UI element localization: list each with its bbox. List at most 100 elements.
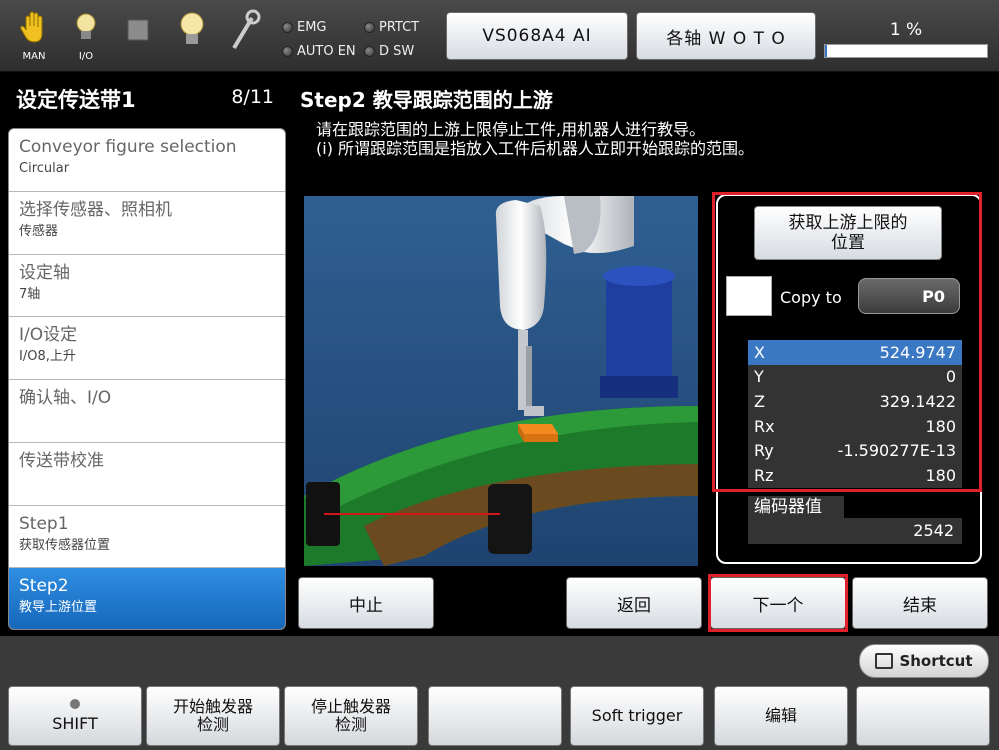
encoder-label: 编码器值	[748, 496, 844, 518]
coord-name: Rz	[754, 465, 774, 485]
position-panel: 获取上游上限的 位置 Copy to P0 X 524.9747 Y0 Z 329.…	[716, 194, 982, 564]
step-value: Circular	[19, 161, 70, 176]
coord-row-y[interactable]: Y0	[748, 365, 962, 390]
manual-mode-hand-icon[interactable]: MAN	[14, 8, 54, 64]
step-2-upstream-position[interactable]: Step2 教导上游位置	[9, 568, 285, 629]
shift-label: SHIFT	[52, 714, 98, 733]
coord-value: 180	[925, 416, 956, 436]
instructions: 请在跟踪范围的上游上限停止工件,用机器人进行教导。 (i) 所谓跟踪范围是指放入…	[316, 120, 754, 158]
wizard-step-list[interactable]: Conveyor figure selection Circular 选择传感器…	[8, 128, 286, 630]
get-button-label: 获取上游上限的 位置	[788, 213, 908, 253]
step-title: Step2	[19, 576, 69, 597]
speed-bar-fill	[825, 45, 827, 57]
encoder-value: 2542	[748, 518, 962, 544]
step-value: 教导上游位置	[19, 600, 98, 616]
mode-label: MAN	[22, 51, 46, 62]
robot-model-button[interactable]: VS068A4 AI	[446, 12, 628, 60]
wrench-icon[interactable]	[224, 8, 264, 64]
step-1-sensor-position[interactable]: Step1 获取传感器位置	[9, 506, 285, 569]
fkey-7[interactable]	[856, 686, 990, 746]
bulb-icon[interactable]	[172, 8, 212, 64]
start-trigger-detect-key[interactable]: 开始触发器 检测	[146, 686, 280, 746]
copy-to-checkbox[interactable]	[726, 276, 772, 316]
shortcut-bar: Shortcut	[0, 636, 999, 682]
next-button[interactable]: 下一个	[710, 577, 846, 629]
soft-trigger-key[interactable]: Soft trigger	[570, 686, 704, 746]
stop-trigger-detect-key[interactable]: 停止触发器 检测	[284, 686, 418, 746]
coord-row-z[interactable]: Z 329.1422	[748, 389, 962, 414]
dsw-led-icon	[364, 46, 375, 57]
coord-row-rz[interactable]: Rz 180	[748, 463, 962, 488]
step-title: Step1	[19, 513, 69, 534]
emg-led-icon	[282, 22, 293, 33]
coord-row-x[interactable]: X 524.9747	[748, 340, 962, 365]
stop-square-icon[interactable]	[118, 8, 158, 64]
status-bar: MAN I/O EMG PRTCT AUTO EN D SW VS068A4 A…	[0, 0, 999, 72]
coord-name: Ry	[754, 441, 774, 461]
shortcut-arrow-icon	[875, 653, 894, 669]
shift-key[interactable]: SHIFT	[8, 686, 142, 746]
get-upstream-position-button[interactable]: 获取上游上限的 位置	[754, 206, 942, 260]
wizard-title: 设定传送带1	[16, 88, 136, 112]
coord-name: Y	[754, 367, 764, 387]
prtct-label: PRTCT	[379, 20, 420, 35]
axis-mode-button[interactable]: 各轴 W O T O	[636, 12, 816, 60]
step-conveyor-calibration[interactable]: 传送带校准	[9, 443, 285, 506]
emg-label: EMG	[297, 20, 327, 35]
copy-to-label: Copy to	[780, 288, 842, 307]
instruction-line-2: (i) 所谓跟踪范围是指放入工件后机器人立即开始跟踪的范围。	[316, 139, 755, 158]
instruction-line-1: 请在跟踪范围的上游上限停止工件,用机器人进行教导。	[316, 120, 706, 139]
robot-3d-view[interactable]	[304, 196, 698, 566]
fkey-4[interactable]	[428, 686, 562, 746]
auto-en-label: AUTO EN	[297, 44, 356, 59]
shortcut-label: Shortcut	[899, 652, 973, 670]
fkey-label: 开始触发器 检测	[172, 697, 253, 734]
step-title: Conveyor figure selection	[19, 137, 237, 157]
fkey-label: Soft trigger	[591, 706, 683, 725]
wizard-page-counter: 8/11	[231, 86, 274, 108]
robot-scene-illustration	[304, 196, 698, 566]
step-select-sensor[interactable]: 选择传感器、照相机 传感器	[9, 192, 285, 255]
coord-value: 524.9747	[879, 342, 956, 362]
shift-led-icon	[70, 699, 80, 709]
step-value: 传感器	[19, 223, 59, 239]
coord-row-ry[interactable]: Ry -1.590277E-13	[748, 438, 962, 463]
step-value: 获取传感器位置	[19, 537, 111, 553]
coordinate-table[interactable]: X 524.9747 Y0 Z 329.1422 Rx 180 Ry -1.590277…	[748, 340, 962, 488]
prtct-indicator: PRTCT	[364, 20, 419, 35]
step-value: I/O8,上升	[19, 349, 76, 365]
step-value: 7轴	[19, 286, 41, 302]
dsw-indicator: D SW	[364, 44, 414, 59]
step-set-axis[interactable]: 设定轴 7轴	[9, 255, 285, 318]
dsw-label: D SW	[379, 44, 415, 59]
edit-key[interactable]: 编辑	[714, 686, 848, 746]
emg-indicator: EMG	[282, 20, 327, 35]
wizard-panel: 设定传送带1 8/11 Conveyor figure selection Ci…	[0, 72, 292, 636]
step-title: I/O设定	[19, 325, 78, 346]
finish-button[interactable]: 结束	[852, 577, 988, 629]
step-confirm-axis-io[interactable]: 确认轴、I/O	[9, 380, 285, 443]
io-label: I/O	[78, 51, 94, 62]
step-title: 确认轴、I/O	[19, 388, 112, 408]
coord-value: -1.590277E-13	[837, 441, 956, 461]
prtct-led-icon	[364, 22, 375, 33]
auto-en-indicator: AUTO EN	[282, 44, 356, 59]
coord-name: Rx	[754, 416, 775, 436]
coord-row-rx[interactable]: Rx 180	[748, 414, 962, 439]
coord-value: 329.1422	[879, 391, 956, 411]
coord-name: X	[754, 342, 765, 362]
speed-text: 1 %	[889, 20, 923, 40]
function-key-bar: SHIFT 开始触发器 检测 停止触发器 检测 Soft trigger 编辑	[0, 682, 999, 750]
io-bulb-icon[interactable]: I/O	[66, 8, 106, 64]
fkey-label: 编辑	[764, 706, 797, 725]
coord-name: Z	[754, 391, 765, 411]
fkey-label: 停止触发器 检测	[310, 697, 391, 734]
back-button[interactable]: 返回	[566, 577, 702, 629]
abort-button[interactable]: 中止	[298, 577, 434, 629]
step-title: 传送带校准	[19, 450, 104, 471]
shortcut-button[interactable]: Shortcut	[859, 644, 989, 678]
step-io-setting[interactable]: I/O设定 I/O8,上升	[9, 317, 285, 380]
step-conveyor-figure[interactable]: Conveyor figure selection Circular	[9, 129, 285, 192]
auto-en-led-icon	[282, 46, 293, 57]
copy-target-field[interactable]: P0	[858, 278, 960, 314]
